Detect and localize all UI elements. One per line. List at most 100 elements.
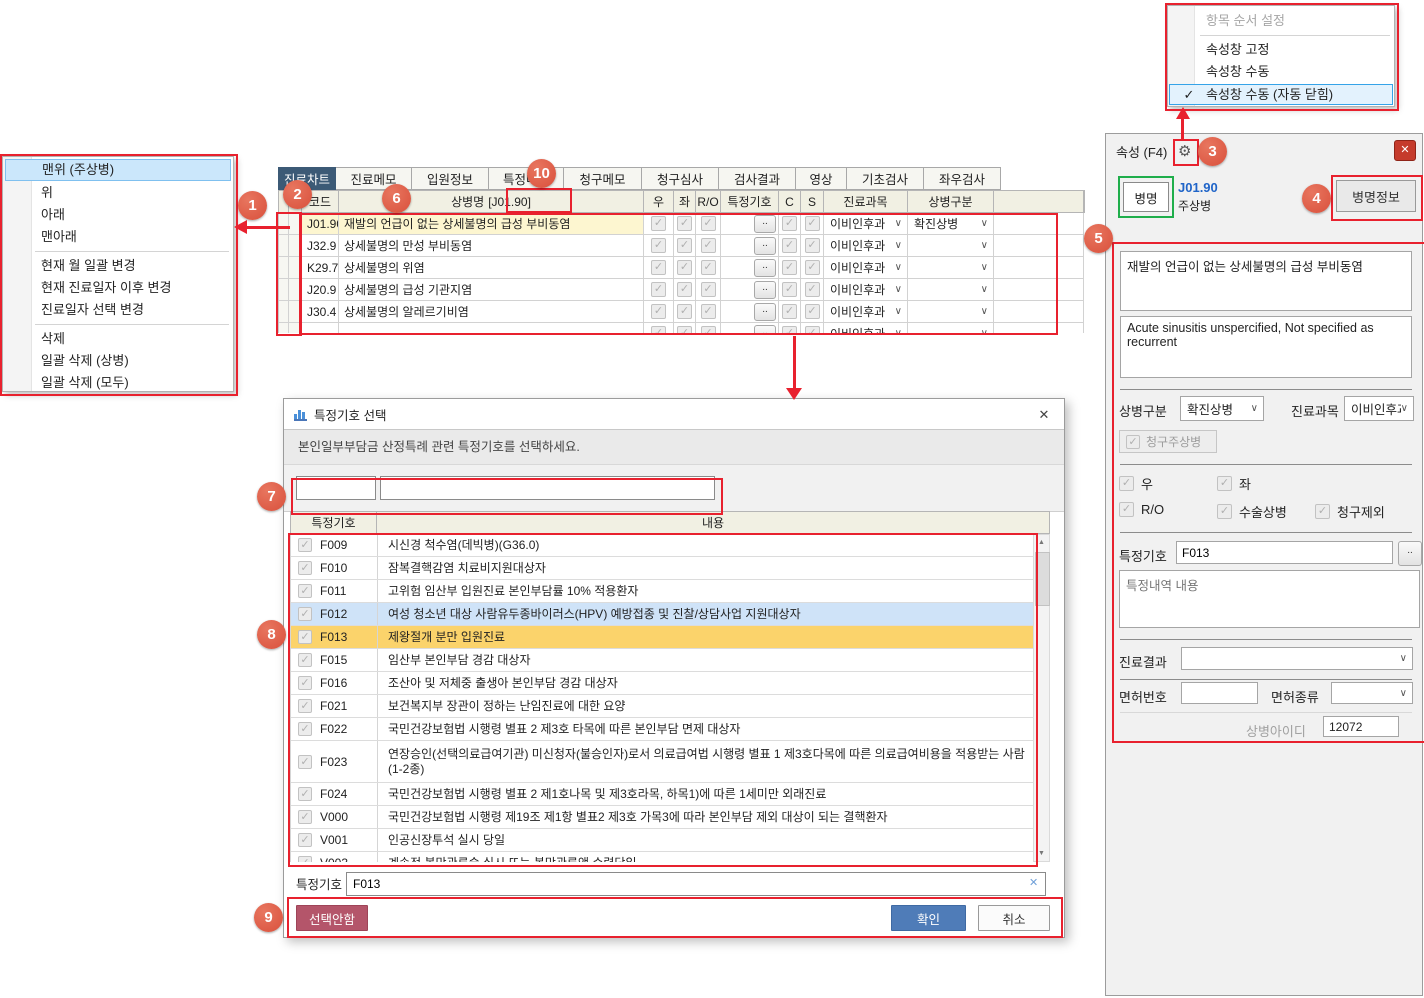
special-code-row[interactable]: ✓F024국민건강보험법 시행령 별표 2 제1호나목 및 제3호라목, 하목1… (291, 783, 1034, 806)
special-code-row[interactable]: ✓F010잠복결핵감염 치료비지원대상자 (291, 557, 1034, 580)
row-checkbox[interactable]: ✓ (298, 699, 312, 713)
desc-search-input[interactable] (380, 476, 715, 500)
row-checkbox[interactable]: ✓ (298, 561, 312, 575)
special-code-row[interactable]: ✓F016조산아 및 저체중 출생아 본인부담 경감 대상자 (291, 672, 1034, 695)
dialog-scrollbar[interactable]: ▲ ▼ (1033, 534, 1050, 862)
settings-menu-item[interactable]: 속성창 수동 (자동 닫힘)✓ (1169, 84, 1393, 105)
grid-checkbox-ro[interactable]: ✓ (701, 304, 716, 319)
special-code-row[interactable]: ✓F023연장승인(선택의료급여기관) 미신청자(불승인자)로서 의료급여법 시… (291, 741, 1034, 783)
grid-checkbox-l[interactable]: ✓ (677, 238, 692, 253)
chevron-down-icon[interactable]: ∨ (895, 240, 907, 251)
row-checkbox[interactable]: ✓ (298, 833, 312, 847)
grid-checkbox-c[interactable]: ✓ (782, 260, 797, 275)
disease-name-en-field[interactable]: Acute sinusitis unspercified, Not specif… (1120, 316, 1412, 378)
grid-checkbox-c[interactable]: ✓ (782, 238, 797, 253)
chevron-down-icon[interactable]: ∨ (895, 284, 907, 295)
row-checkbox[interactable]: ✓ (298, 584, 312, 598)
dept-combobox[interactable]: 이비인후과 ∨ (1344, 396, 1414, 421)
special-code-input[interactable] (1176, 541, 1393, 564)
chevron-down-icon[interactable]: ∨ (895, 306, 907, 317)
grid-checkbox-l[interactable]: ✓ (677, 216, 692, 231)
grid-checkbox-ro[interactable]: ✓ (701, 260, 716, 275)
table-row[interactable]: K29.7상세불명의 위염✓✓✓..✓✓이비인후과∨∨ (279, 257, 1086, 279)
no-selection-button[interactable]: 선택안함 (296, 905, 368, 931)
tab-10[interactable]: 좌우검사 (924, 167, 1001, 190)
scroll-thumb[interactable] (1035, 552, 1050, 606)
special-code-row[interactable]: ✓V001인공신장투석 실시 당일 (291, 829, 1034, 852)
grid-checkbox-u[interactable]: ✓ (651, 260, 666, 275)
license-no-input[interactable] (1181, 682, 1258, 704)
table-row[interactable]: J20.9상세불명의 급성 기관지염✓✓✓..✓✓이비인후과∨∨ (279, 279, 1086, 301)
row-checkbox[interactable]: ✓ (298, 755, 312, 769)
special-code-browse-button[interactable]: .. (754, 303, 776, 321)
tab-3[interactable]: 입원정보 (412, 167, 489, 190)
grid-checkbox-ro[interactable]: ✓ (701, 326, 716, 333)
disease-info-button[interactable]: 병명정보 (1336, 180, 1416, 212)
context-menu-item[interactable]: 일괄 삭제 (상병) (3, 350, 233, 372)
special-code-browse-button[interactable]: .. (754, 259, 776, 277)
grid-checkbox-ro[interactable]: ✓ (701, 282, 716, 297)
special-code-row[interactable]: ✓F015임산부 본인부담 경감 대상자 (291, 649, 1034, 672)
grid-checkbox-c[interactable]: ✓ (782, 216, 797, 231)
type-combobox[interactable]: 확진상병 ∨ (1180, 396, 1264, 421)
grid-checkbox-u[interactable]: ✓ (651, 326, 666, 333)
ro-checkbox[interactable]: ✓ R/O (1119, 502, 1164, 517)
disease-name-button[interactable]: 병명 (1123, 182, 1169, 212)
special-code-row[interactable]: ✓F011고위험 임산부 입원진료 본인부담률 10% 적용환자 (291, 580, 1034, 603)
grid-checkbox-s[interactable]: ✓ (805, 282, 820, 297)
dialog-title-bar[interactable]: 특정기호 선택 (284, 399, 1064, 429)
special-code-browse-button[interactable]: .. (754, 281, 776, 299)
special-code-row[interactable]: ✓V003계속적 복막관류술 실시 또는 복막관류액 수령당일 (291, 852, 1034, 862)
dialog-code-input[interactable] (346, 872, 1046, 896)
table-row[interactable]: J01.90재발의 언급이 없는 상세불명의 급성 부비동염✓✓✓..✓✓이비인… (279, 213, 1086, 235)
row-checkbox[interactable]: ✓ (298, 676, 312, 690)
special-detail-field[interactable] (1119, 570, 1420, 628)
tab-5[interactable]: 청구메모 (564, 167, 642, 190)
grid-checkbox-l[interactable]: ✓ (677, 260, 692, 275)
special-code-browse-button[interactable]: .. (754, 215, 776, 233)
chevron-down-icon[interactable]: ∨ (981, 284, 993, 295)
grid-checkbox-u[interactable]: ✓ (651, 282, 666, 297)
settings-menu-item[interactable]: 속성창 수동 (1168, 61, 1394, 83)
dialog-close-icon[interactable]: ✕ (1032, 404, 1056, 426)
chevron-down-icon[interactable]: ∨ (981, 218, 993, 229)
browse-button[interactable]: .. (1398, 541, 1422, 566)
row-checkbox[interactable]: ✓ (298, 607, 312, 621)
tab-8[interactable]: 영상 (796, 167, 847, 190)
row-checkbox[interactable]: ✓ (298, 538, 312, 552)
row-checkbox[interactable]: ✓ (298, 810, 312, 824)
special-code-browse-button[interactable]: .. (754, 237, 776, 255)
surgery-checkbox[interactable]: ✓ 수술상병 (1217, 502, 1287, 521)
context-menu-item[interactable]: 진료일자 선택 변경 (3, 299, 233, 321)
chevron-down-icon[interactable]: ∨ (895, 328, 907, 333)
chevron-down-icon[interactable]: ∨ (981, 262, 993, 273)
context-menu-item[interactable]: 맨아래 (3, 226, 233, 248)
grid-checkbox-l[interactable]: ✓ (677, 282, 692, 297)
chevron-down-icon[interactable]: ∨ (895, 262, 907, 273)
row-checkbox[interactable]: ✓ (298, 653, 312, 667)
grid-checkbox-c[interactable]: ✓ (782, 282, 797, 297)
tab-6[interactable]: 청구심사 (642, 167, 719, 190)
context-menu-item[interactable]: 현재 진료일자 이후 변경 (3, 277, 233, 299)
grid-checkbox-c[interactable]: ✓ (782, 326, 797, 333)
special-code-row[interactable]: ✓F022국민건강보험법 시행령 별표 2 제3호 타목에 따른 본인부담 면제… (291, 718, 1034, 741)
grid-checkbox-u[interactable]: ✓ (651, 216, 666, 231)
tab-7[interactable]: 검사결과 (719, 167, 796, 190)
clear-icon[interactable]: ✕ (1029, 876, 1038, 889)
grid-checkbox-l[interactable]: ✓ (677, 304, 692, 319)
special-code-row[interactable]: ✓F013제왕절개 분만 입원진료 (291, 626, 1034, 649)
special-code-row[interactable]: ✓F021보건복지부 장관이 정하는 난임진료에 대한 요양 (291, 695, 1034, 718)
table-row[interactable]: J30.4상세불명의 알레르기비염✓✓✓..✓✓이비인후과∨∨ (279, 301, 1086, 323)
grid-checkbox-c[interactable]: ✓ (782, 304, 797, 319)
special-code-row[interactable]: ✓V000국민건강보험법 시행령 제19조 제1항 별표2 제3호 가목3에 따… (291, 806, 1034, 829)
chevron-down-icon[interactable]: ∨ (895, 218, 907, 229)
context-menu-item[interactable]: 아래 (3, 204, 233, 226)
right-checkbox[interactable]: ✓ 우 (1119, 474, 1153, 493)
row-checkbox[interactable]: ✓ (298, 630, 312, 644)
tab-9[interactable]: 기초검사 (847, 167, 924, 190)
disease-name-kr-field[interactable]: 재발의 언급이 없는 상세불명의 급성 부비동염 (1120, 251, 1412, 311)
chevron-down-icon[interactable]: ∨ (981, 240, 993, 251)
gear-icon[interactable]: ⚙ (1178, 142, 1191, 160)
special-code-row[interactable]: ✓F012여성 청소년 대상 사람유두종바이러스(HPV) 예방접종 및 진찰/… (291, 603, 1034, 626)
row-checkbox[interactable]: ✓ (298, 856, 312, 862)
